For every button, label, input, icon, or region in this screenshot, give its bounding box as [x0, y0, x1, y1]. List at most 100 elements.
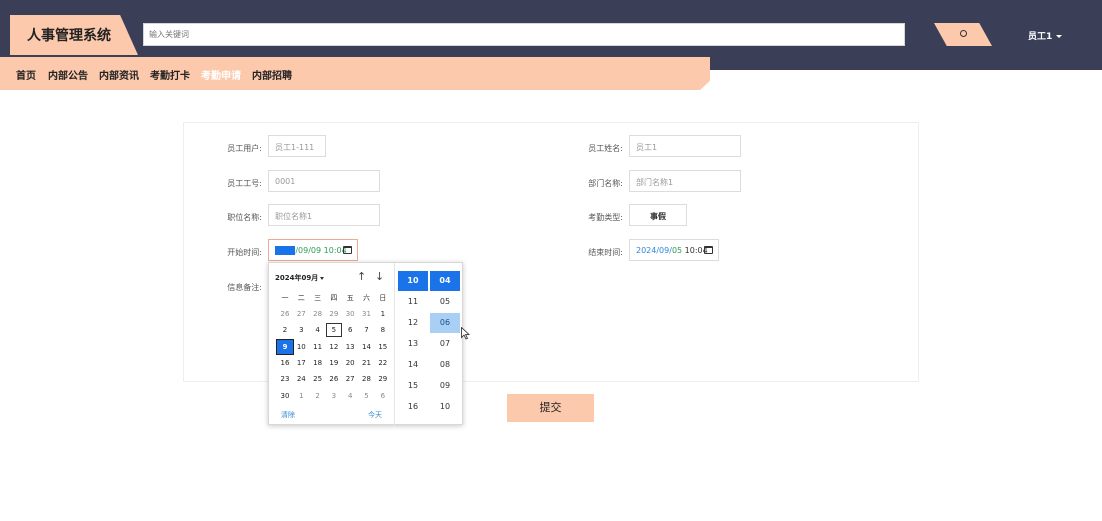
calendar-day[interactable]: 29	[375, 372, 391, 386]
calendar-day[interactable]: 10	[293, 340, 309, 354]
calendar-day[interactable]: 25	[310, 372, 326, 386]
minute-option[interactable]: 07	[430, 334, 460, 354]
calendar-day[interactable]: 30	[277, 389, 293, 403]
search-icon	[960, 30, 967, 37]
user-label: 员工用户:	[227, 144, 262, 153]
calendar-day[interactable]: 27	[342, 372, 358, 386]
calendar-day[interactable]: 3	[293, 323, 309, 337]
hour-option[interactable]: 12	[398, 313, 428, 333]
calendar-day[interactable]: 27	[293, 307, 309, 321]
hour-option[interactable]: 14	[398, 355, 428, 375]
calendar-day[interactable]: 22	[375, 356, 391, 370]
calendar-day[interactable]: 8	[375, 323, 391, 337]
calendar-day[interactable]: 24	[293, 372, 309, 386]
month-select[interactable]: 2024年09月	[275, 273, 325, 283]
nav-recruitment[interactable]: 内部招聘	[252, 67, 292, 82]
minute-column: 04 05 06 07 08 09 10	[430, 271, 460, 418]
hour-option[interactable]: 15	[398, 376, 428, 396]
weekday-label: 五	[346, 294, 354, 302]
calendar-day[interactable]: 5	[325, 323, 342, 338]
calendar-icon[interactable]	[343, 246, 352, 254]
calendar-day[interactable]: 13	[342, 340, 358, 354]
calendar-day[interactable]: 30	[342, 307, 358, 321]
calendar-day[interactable]: 2	[277, 323, 293, 337]
minute-option[interactable]: 06	[430, 313, 460, 333]
submit-button[interactable]: 提交	[507, 394, 594, 422]
position-field[interactable]: 职位名称1	[268, 204, 380, 226]
clear-button[interactable]: 清除	[281, 410, 295, 420]
caret-down-icon	[320, 276, 325, 280]
date-time-picker: 2024年09月 ↑ ↓ 一二三四五六日 26 27 28 29 30 31 1 2 3 4 5 6 7…	[268, 262, 463, 426]
position-label: 职位名称:	[227, 213, 262, 222]
nav-home[interactable]: 首页	[16, 67, 36, 82]
id-field[interactable]: 0001	[268, 170, 380, 192]
calendar-day[interactable]: 6	[375, 389, 391, 403]
remark-label: 信息备注:	[227, 283, 262, 292]
arrow-up-icon[interactable]: ↑	[357, 270, 366, 283]
calendar-day[interactable]: 21	[359, 356, 375, 370]
weekday-label: 三	[314, 294, 322, 302]
year-selection: 0000	[275, 246, 296, 255]
calendar-day[interactable]: 12	[326, 340, 342, 354]
type-label: 考勤类型:	[588, 213, 623, 222]
minute-option[interactable]: 04	[430, 271, 460, 291]
calendar-day[interactable]: 6	[342, 323, 358, 337]
hour-option[interactable]: 13	[398, 334, 428, 354]
calendar-day[interactable]: 29	[326, 307, 342, 321]
nav-bar: 首页 内部公告 内部资讯 考勤打卡 考勤申请 内部招聘	[0, 57, 710, 90]
nav-attendance-request[interactable]: 考勤申请	[201, 67, 241, 82]
today-button[interactable]: 今天	[368, 410, 382, 420]
start-label: 开始时间:	[227, 248, 262, 257]
calendar-icon[interactable]	[704, 246, 713, 254]
dept-field[interactable]: 部门名称1	[629, 170, 741, 192]
nav-clock-in[interactable]: 考勤打卡	[150, 67, 190, 82]
mouse-cursor-icon	[461, 327, 470, 340]
calendar-day[interactable]: 15	[375, 340, 391, 354]
calendar-day[interactable]: 4	[310, 323, 326, 337]
calendar-day[interactable]: 20	[342, 356, 358, 370]
search-input[interactable]	[143, 23, 905, 46]
id-label: 员工工号:	[227, 179, 262, 188]
nav-announcements[interactable]: 内部公告	[48, 67, 88, 82]
name-label: 员工姓名:	[588, 144, 623, 153]
calendar-day[interactable]: 1	[293, 389, 309, 403]
nav-news[interactable]: 内部资讯	[99, 67, 139, 82]
calendar-day[interactable]: 17	[293, 356, 309, 370]
calendar-day[interactable]: 14	[359, 340, 375, 354]
weekday-label: 一	[281, 294, 289, 302]
app-logo: 人事管理系统	[10, 15, 138, 55]
calendar-day[interactable]: 19	[326, 356, 342, 370]
calendar-day[interactable]: 9	[276, 338, 294, 355]
calendar-day[interactable]: 26	[326, 372, 342, 386]
calendar-day[interactable]: 4	[342, 389, 358, 403]
hour-column: 10 11 12 13 14 15 16	[398, 271, 428, 418]
calendar-day[interactable]: 3	[326, 389, 342, 403]
minute-option[interactable]: 08	[430, 355, 460, 375]
calendar-day[interactable]: 1	[375, 307, 391, 321]
type-select[interactable]: 事假	[629, 204, 687, 226]
user-menu[interactable]: 员工1	[1028, 29, 1063, 42]
arrow-down-icon[interactable]: ↓	[375, 270, 384, 283]
minute-option[interactable]: 05	[430, 292, 460, 312]
hour-option[interactable]: 10	[398, 271, 428, 291]
calendar-day[interactable]: 23	[277, 372, 293, 386]
minute-option[interactable]: 09	[430, 376, 460, 396]
calendar-day[interactable]: 11	[310, 340, 326, 354]
weekday-label: 日	[379, 294, 387, 302]
app-title: 人事管理系统	[27, 28, 111, 44]
calendar-day[interactable]: 2	[310, 389, 326, 403]
user-field[interactable]: 员工1-111	[268, 135, 326, 157]
caret-down-icon	[1056, 35, 1063, 38]
calendar-day[interactable]: 28	[310, 307, 326, 321]
name-field[interactable]: 员工1	[629, 135, 741, 157]
calendar-day[interactable]: 28	[359, 372, 375, 386]
calendar-day[interactable]: 18	[310, 356, 326, 370]
calendar-day[interactable]: 16	[277, 356, 293, 370]
calendar-day[interactable]: 5	[359, 389, 375, 403]
calendar-day[interactable]: 26	[277, 307, 293, 321]
minute-option[interactable]: 10	[430, 397, 460, 417]
hour-option[interactable]: 16	[398, 397, 428, 417]
hour-option[interactable]: 11	[398, 292, 428, 312]
calendar-day[interactable]: 31	[359, 307, 375, 321]
calendar-day[interactable]: 7	[359, 323, 375, 337]
